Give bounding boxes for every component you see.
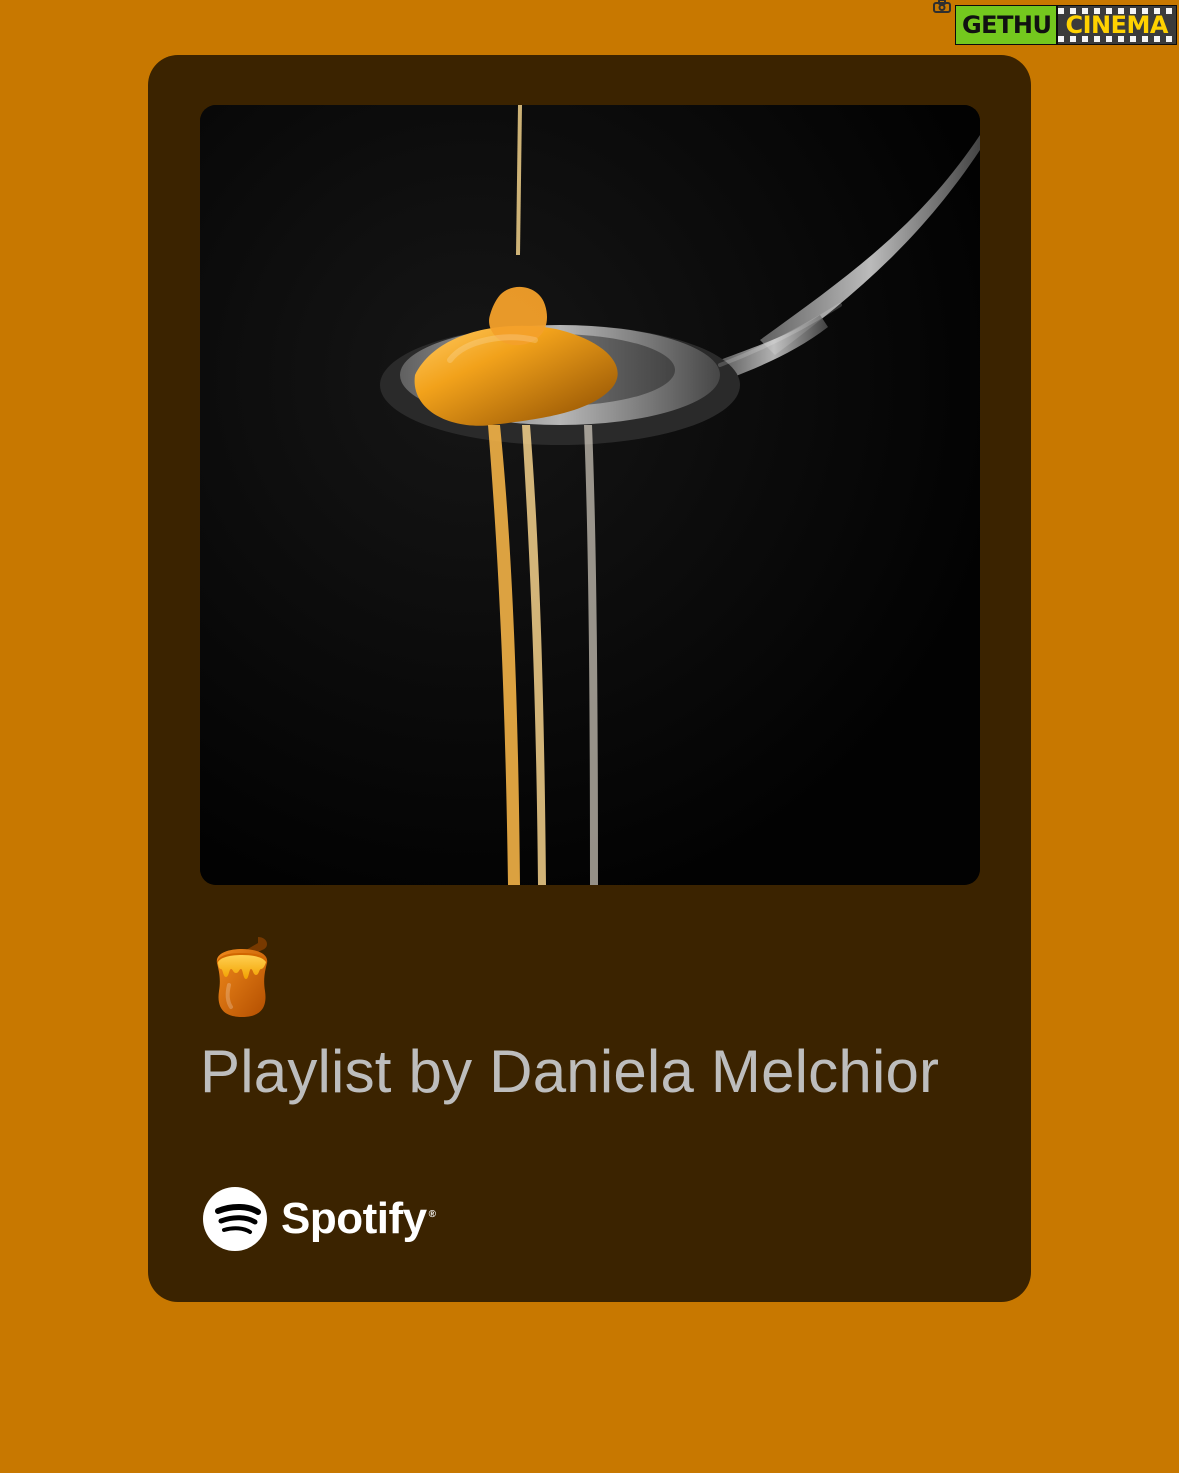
honey-dripping-from-spoon-image: [200, 105, 980, 885]
registered-mark: ®: [428, 1209, 436, 1220]
spotify-wordmark: Spotify ®: [281, 1194, 436, 1243]
watermark-left: GETHU: [954, 5, 1057, 45]
camera-icon: [932, 0, 951, 13]
playlist-title: Playlist by Daniela Melchior: [200, 1038, 940, 1105]
spotify-wordmark-text: Spotify: [281, 1194, 427, 1243]
spotify-logo-icon: [203, 1187, 267, 1251]
cover-art[interactable]: [200, 105, 980, 885]
watermark: GETHU CINEMA: [932, 0, 1177, 48]
spotify-brand[interactable]: Spotify ®: [203, 1187, 436, 1251]
playlist-share-card[interactable]: Playlist by Daniela Melchior Spotify ®: [148, 55, 1031, 1302]
honey-pot-icon: [216, 937, 268, 1017]
watermark-right: CINEMA: [1056, 5, 1177, 45]
